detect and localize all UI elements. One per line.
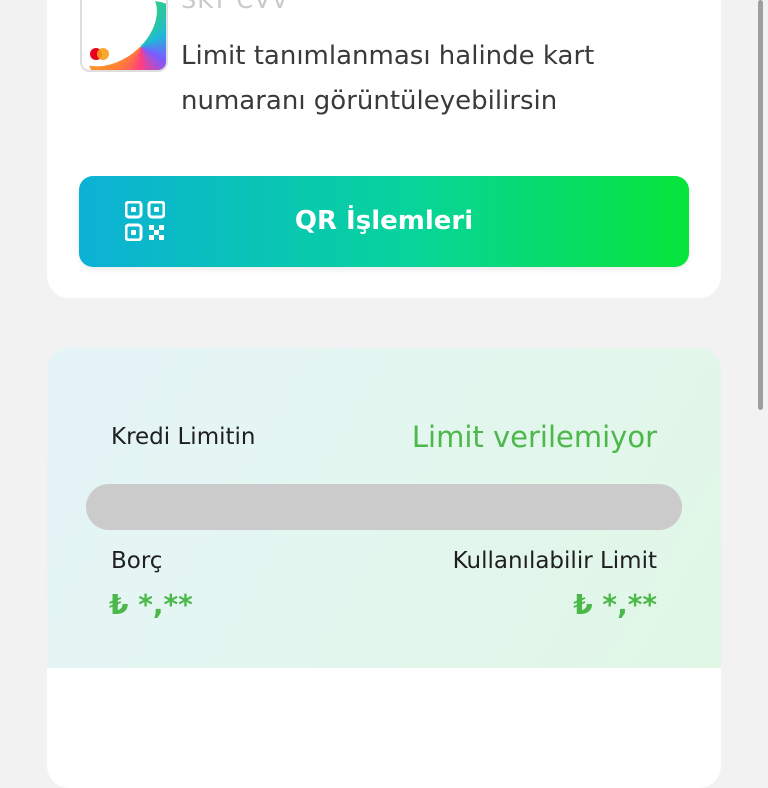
credit-limit-label: Kredi Limitin <box>111 424 256 450</box>
card-number-info-text: Limit tanımlanması halinde kart numaranı… <box>181 41 595 116</box>
debt-label: Borç <box>111 548 163 574</box>
card-thumbnail[interactable] <box>80 0 168 72</box>
scrollbar[interactable] <box>758 0 763 410</box>
qr-operations-label: QR İşlemleri <box>294 206 474 236</box>
available-limit-label: Kullanılabilir Limit <box>452 548 657 574</box>
mastercard-icon <box>90 48 110 60</box>
credit-limit-status: Limit verilemiyor <box>411 420 657 454</box>
card-details-masked: SKT CVV <box>181 0 289 14</box>
qr-operations-button[interactable]: QR İşlemleri <box>79 176 689 267</box>
credit-usage-bar <box>86 484 682 530</box>
available-limit-value: ₺ *,** <box>573 588 657 621</box>
debt-value: ₺ *,** <box>109 588 193 621</box>
